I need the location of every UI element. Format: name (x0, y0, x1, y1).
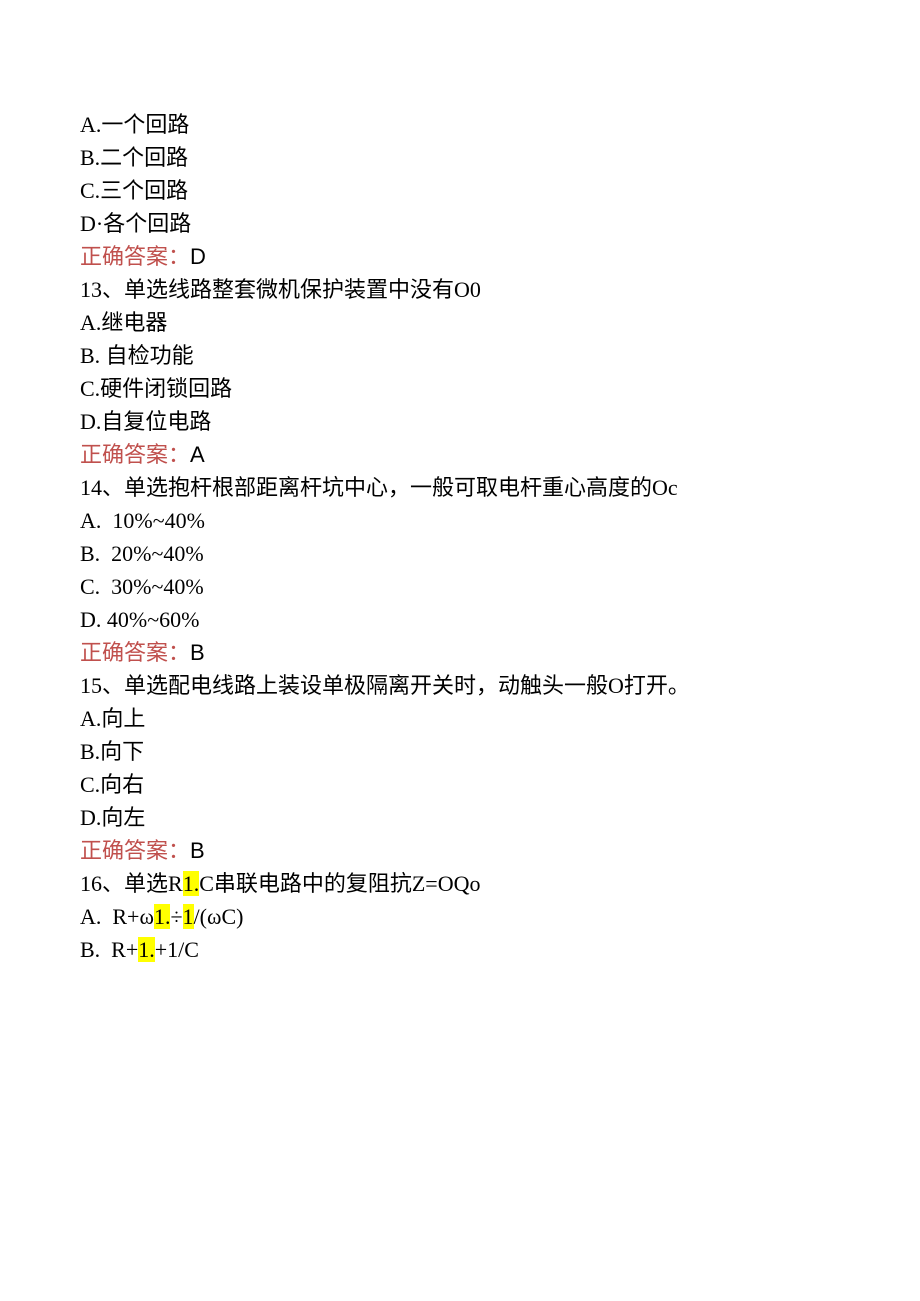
q16-stem-post: C串联电路中的复阻抗Z=OQo (199, 871, 480, 896)
q15-stem: 15、单选配电线路上装设单极隔离开关时，动触头一般O打开。 (80, 669, 840, 702)
q13-answer: 正确答案：A (80, 438, 840, 471)
q13-option-a: A.继电器 (80, 306, 840, 339)
q14-option-c: C. 30%~40% (80, 570, 840, 603)
q16-a-mid: ÷ (170, 904, 182, 929)
q12-option-c: C.三个回路 (80, 174, 840, 207)
q13-stem: 13、单选线路整套微机保护装置中没有O0 (80, 273, 840, 306)
q16-b-pre: B. R+ (80, 937, 138, 962)
q13-option-c: C.硬件闭锁回路 (80, 372, 840, 405)
highlight: 1. (154, 904, 171, 929)
q16-a-post: /(ωC) (194, 904, 244, 929)
q15-answer: 正确答案：B (80, 834, 840, 867)
q12-answer: 正确答案：D (80, 240, 840, 273)
q16-option-b: B. R+1.+1/C (80, 933, 840, 966)
answer-label: 正确答案： (80, 442, 190, 467)
q12-option-a: A.一个回路 (80, 108, 840, 141)
q15-option-d: D.向左 (80, 801, 840, 834)
q12-option-d: D·各个回路 (80, 207, 840, 240)
q13-option-d: D.自复位电路 (80, 405, 840, 438)
answer-value: D (190, 244, 206, 269)
answer-value: B (190, 838, 205, 863)
answer-value: A (190, 442, 205, 467)
answer-label: 正确答案： (80, 838, 190, 863)
q16-option-a: A. R+ω1.÷1/(ωC) (80, 900, 840, 933)
highlight: 1. (183, 871, 200, 896)
answer-label: 正确答案： (80, 244, 190, 269)
q14-option-a: A. 10%~40% (80, 504, 840, 537)
q16-a-pre: A. R+ω (80, 904, 154, 929)
q14-answer: 正确答案：B (80, 636, 840, 669)
highlight: 1. (138, 937, 155, 962)
q16-stem: 16、单选R1.C串联电路中的复阻抗Z=OQo (80, 867, 840, 900)
q12-option-b: B.二个回路 (80, 141, 840, 174)
q14-option-d: D. 40%~60% (80, 603, 840, 636)
q16-b-post: +1/C (155, 937, 199, 962)
q15-option-c: C.向右 (80, 768, 840, 801)
highlight: 1 (183, 904, 194, 929)
document-page: A.一个回路 B.二个回路 C.三个回路 D·各个回路 正确答案：D 13、单选… (0, 0, 920, 966)
q15-option-a: A.向上 (80, 702, 840, 735)
q14-option-b: B. 20%~40% (80, 537, 840, 570)
answer-label: 正确答案： (80, 640, 190, 665)
q16-stem-pre: 16、单选R (80, 871, 183, 896)
q14-stem: 14、单选抱杆根部距离杆坑中心，一般可取电杆重心高度的Oc (80, 471, 840, 504)
q13-option-b: B. 自检功能 (80, 339, 840, 372)
q15-option-b: B.向下 (80, 735, 840, 768)
answer-value: B (190, 640, 205, 665)
